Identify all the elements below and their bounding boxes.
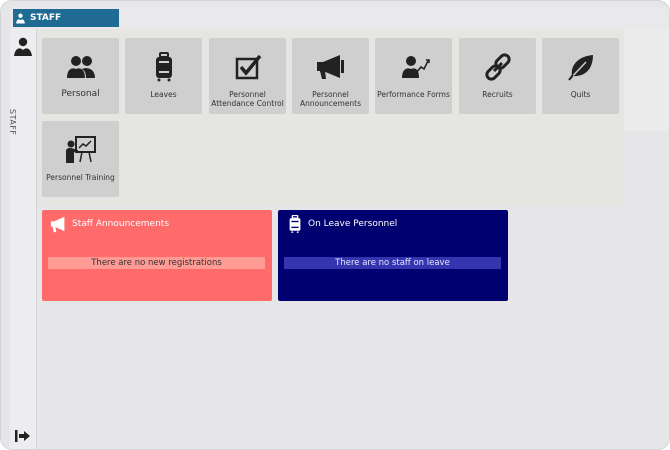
staff-tab-label: STAFF [30,13,62,23]
presentation-icon [65,136,96,163]
card-title: On Leave Personnel [308,219,398,229]
staff-announcements-card[interactable]: Staff Announcements There are no new reg… [42,210,272,301]
checkbox-icon [235,54,261,80]
link-icon [484,53,511,81]
card-message: There are no staff on leave [284,257,501,269]
card-message: There are no new registrations [48,257,265,269]
megaphone-icon [316,55,344,79]
tile-label: Recruits [482,90,513,99]
person-icon[interactable] [13,37,33,57]
tile-label: Performance Forms [377,90,450,99]
megaphone-icon [50,216,65,233]
performance-icon [401,56,430,78]
right-panel [624,29,669,131]
tile-label: Personnel Announcements [300,90,361,108]
tile-recruits[interactable]: Recruits [459,38,536,114]
tile-label: Personnel Training [46,173,115,182]
luggage-icon [289,215,301,233]
sidebar-vertical-label: STAFF [8,109,17,136]
leaf-icon [567,55,593,81]
tile-attendance-control[interactable]: Personnel Attendance Control [209,38,286,114]
tile-label: Leaves [150,90,177,99]
tile-personal[interactable]: Personal [42,38,119,114]
tile-label: Personal [61,89,100,99]
tile-personnel-training[interactable]: Personnel Training [42,121,119,197]
users-icon [66,56,95,78]
staff-tab[interactable]: STAFF [13,9,119,27]
sidebar: STAFF [8,29,37,449]
tile-leaves[interactable]: Leaves [125,38,202,114]
luggage-icon [155,52,172,82]
app-frame: STAFF STAFF Personal Leaves Personnel At… [0,0,670,450]
tile-personnel-announcements[interactable]: Personnel Announcements [292,38,369,114]
tile-label: Quits [570,90,591,99]
card-title: Staff Announcements [72,219,170,229]
person-icon [16,13,25,23]
logout-icon[interactable] [15,429,31,443]
tile-label: Personnel Attendance Control [211,90,284,108]
tile-quits[interactable]: Quits [542,38,619,114]
tile-performance-forms[interactable]: Performance Forms [375,38,452,114]
on-leave-personnel-card[interactable]: On Leave Personnel There are no staff on… [278,210,508,301]
